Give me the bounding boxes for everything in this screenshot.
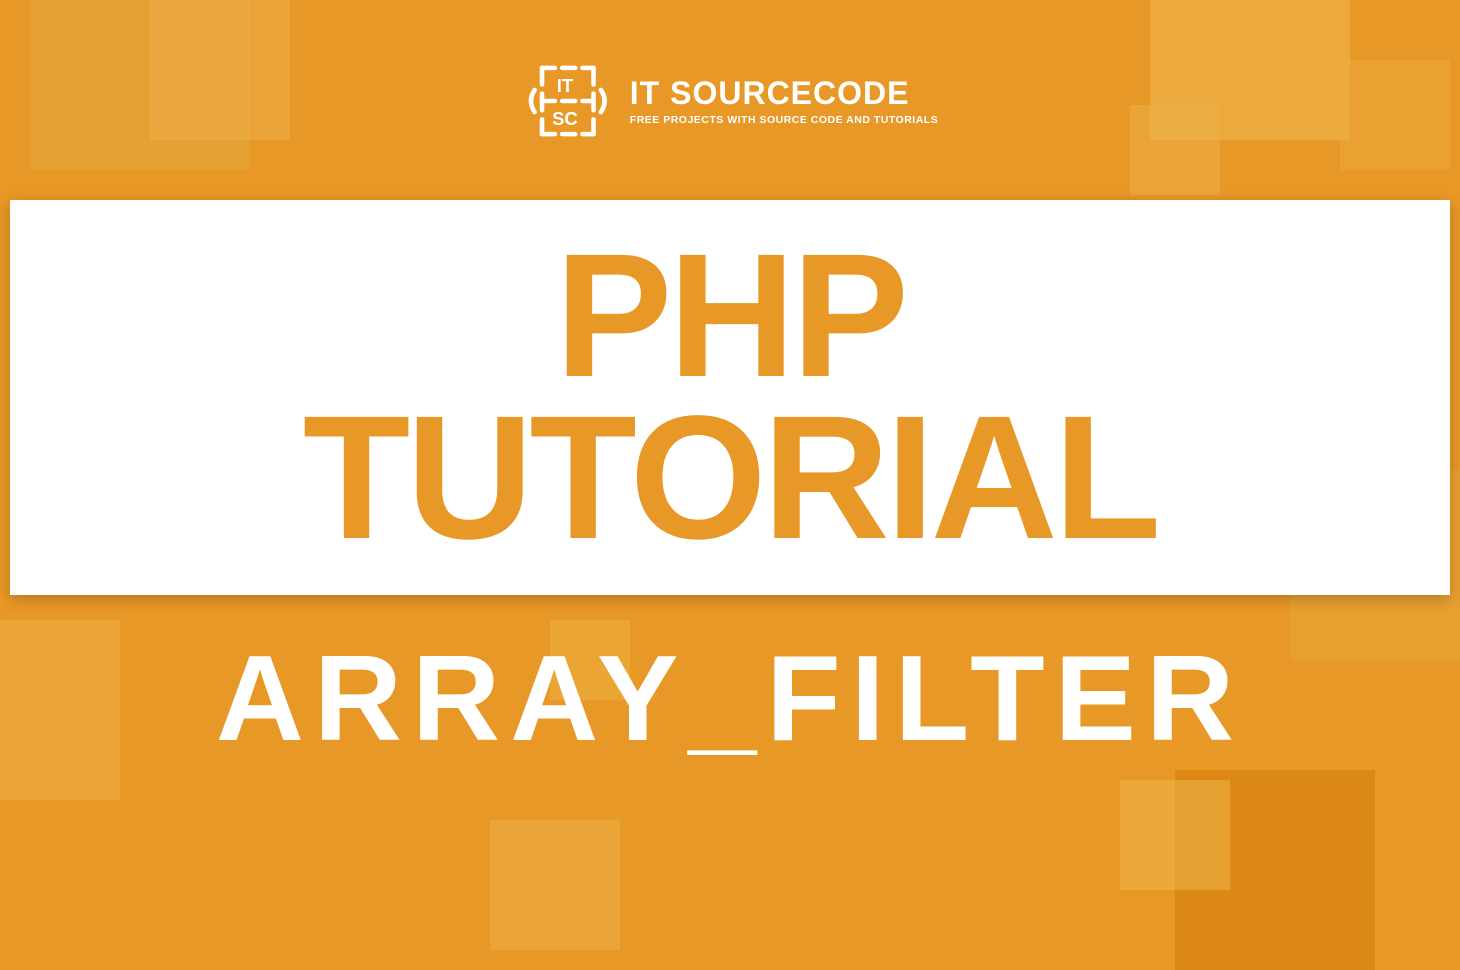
topic-title: ARRAY_FILTER xyxy=(0,628,1460,768)
logo-svg: IT SC xyxy=(522,55,614,147)
decor-square xyxy=(1340,60,1450,170)
brand-logo-icon: IT SC xyxy=(522,55,614,147)
decor-square xyxy=(1130,105,1220,195)
banner-canvas: IT SC IT SOURCECODE FREE PROJECTS WITH S… xyxy=(0,0,1460,900)
brand-subtitle: FREE PROJECTS WITH SOURCE CODE AND TUTOR… xyxy=(630,115,938,126)
hero-title-line2: TUTORIAL xyxy=(303,398,1157,560)
decor-square xyxy=(150,0,290,140)
brand-text: IT SOURCECODE FREE PROJECTS WITH SOURCE … xyxy=(630,77,938,126)
svg-text:IT: IT xyxy=(557,75,574,96)
svg-text:SC: SC xyxy=(552,108,578,129)
hero-title-line1: PHP xyxy=(555,236,905,398)
hero-band: PHP TUTORIAL xyxy=(10,200,1450,595)
brand-header: IT SC IT SOURCECODE FREE PROJECTS WITH S… xyxy=(522,55,938,147)
decor-square xyxy=(1120,780,1230,890)
brand-title: IT SOURCECODE xyxy=(630,77,938,109)
decor-square xyxy=(490,820,620,950)
